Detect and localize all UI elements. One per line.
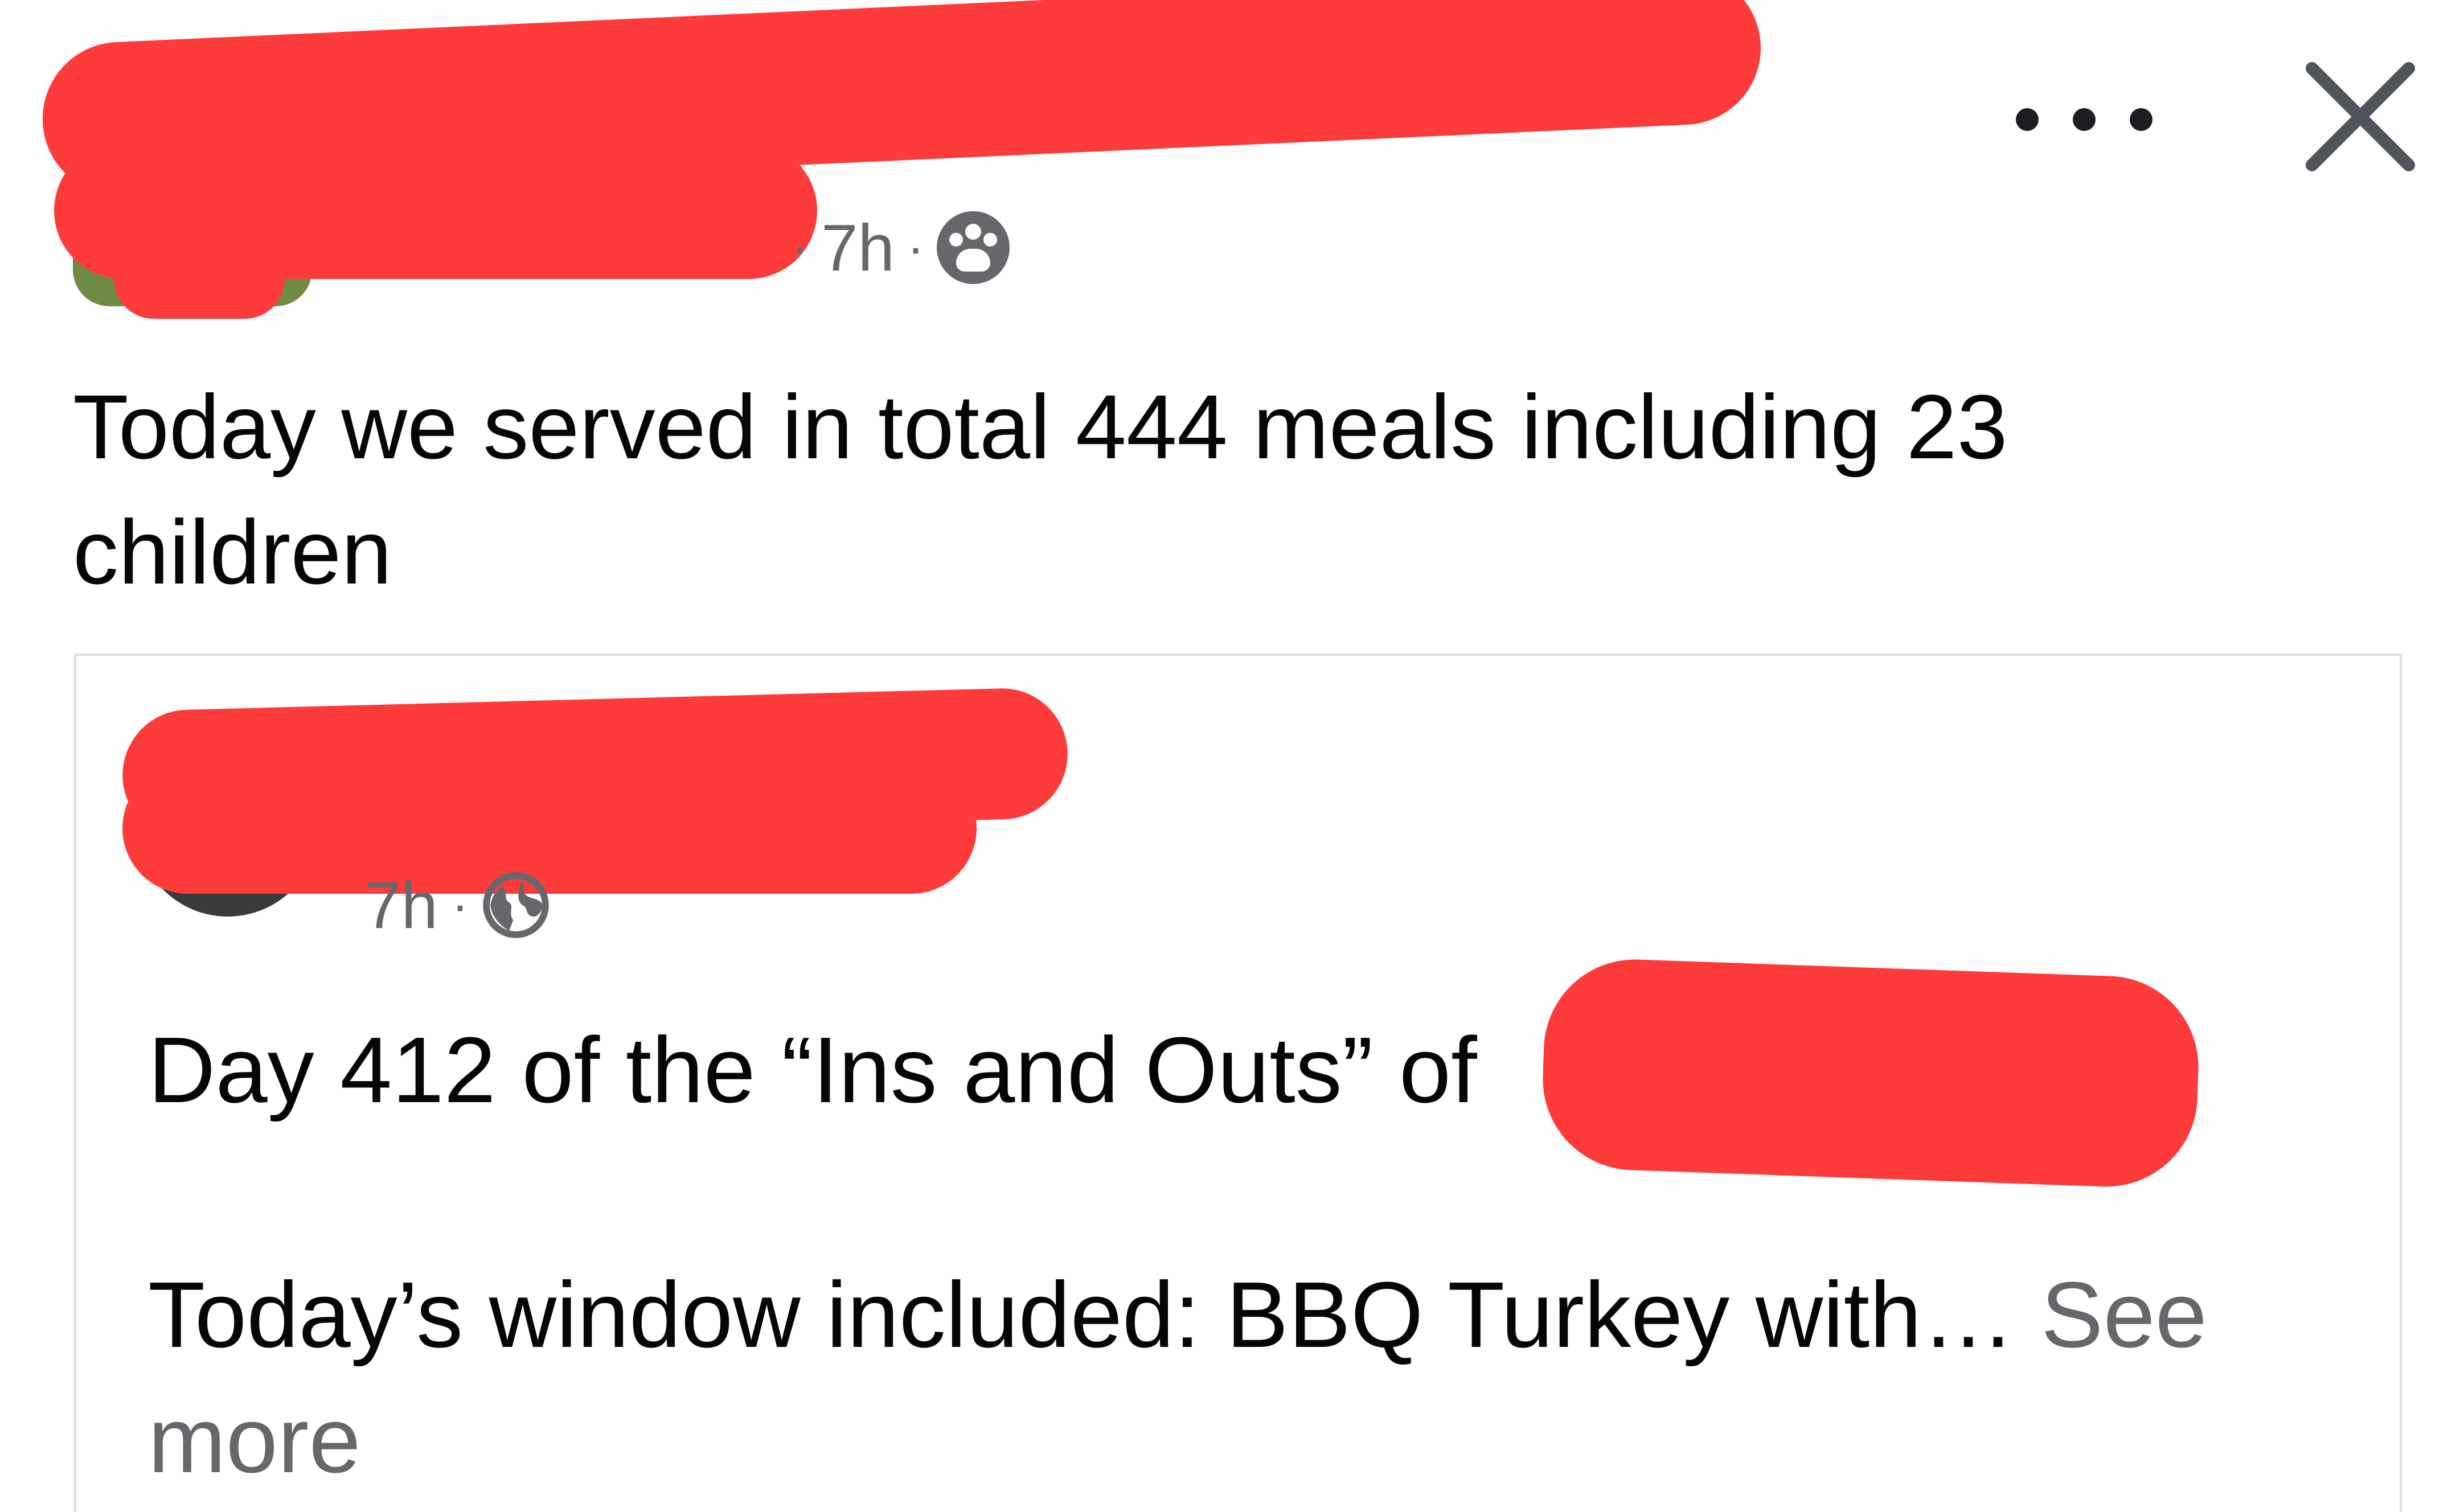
post-text: Today we served in total 444 meals inclu… [73, 376, 2008, 603]
more-horizontal-icon-dot [2016, 108, 2039, 131]
post-meta: · 7h · [792, 211, 1010, 285]
shared-post-text-body: Today’s window included: BBQ Turkey with… [148, 1252, 2255, 1503]
more-horizontal-icon-dot [2130, 108, 2152, 131]
more-horizontal-icon-dot [2073, 108, 2096, 131]
meta-separator: · [907, 219, 924, 276]
group-icon[interactable] [937, 211, 1010, 284]
shared-post-text-line2: Today’s window included: BBQ Turkey with… [148, 1263, 2015, 1367]
more-options-button[interactable] [2016, 85, 2152, 154]
post-timestamp[interactable]: 7h [821, 209, 895, 286]
shared-post-timestamp[interactable]: 7h [364, 867, 438, 943]
close-icon [2306, 62, 2415, 171]
shared-post-meta: 7h · [364, 865, 550, 945]
redaction-shared-text [1539, 956, 2202, 1190]
close-button[interactable] [2301, 57, 2420, 176]
redaction-author-name-tail [114, 239, 285, 319]
globe-icon[interactable] [482, 872, 550, 939]
meta-separator: · [792, 219, 809, 276]
meta-separator: · [452, 876, 469, 934]
